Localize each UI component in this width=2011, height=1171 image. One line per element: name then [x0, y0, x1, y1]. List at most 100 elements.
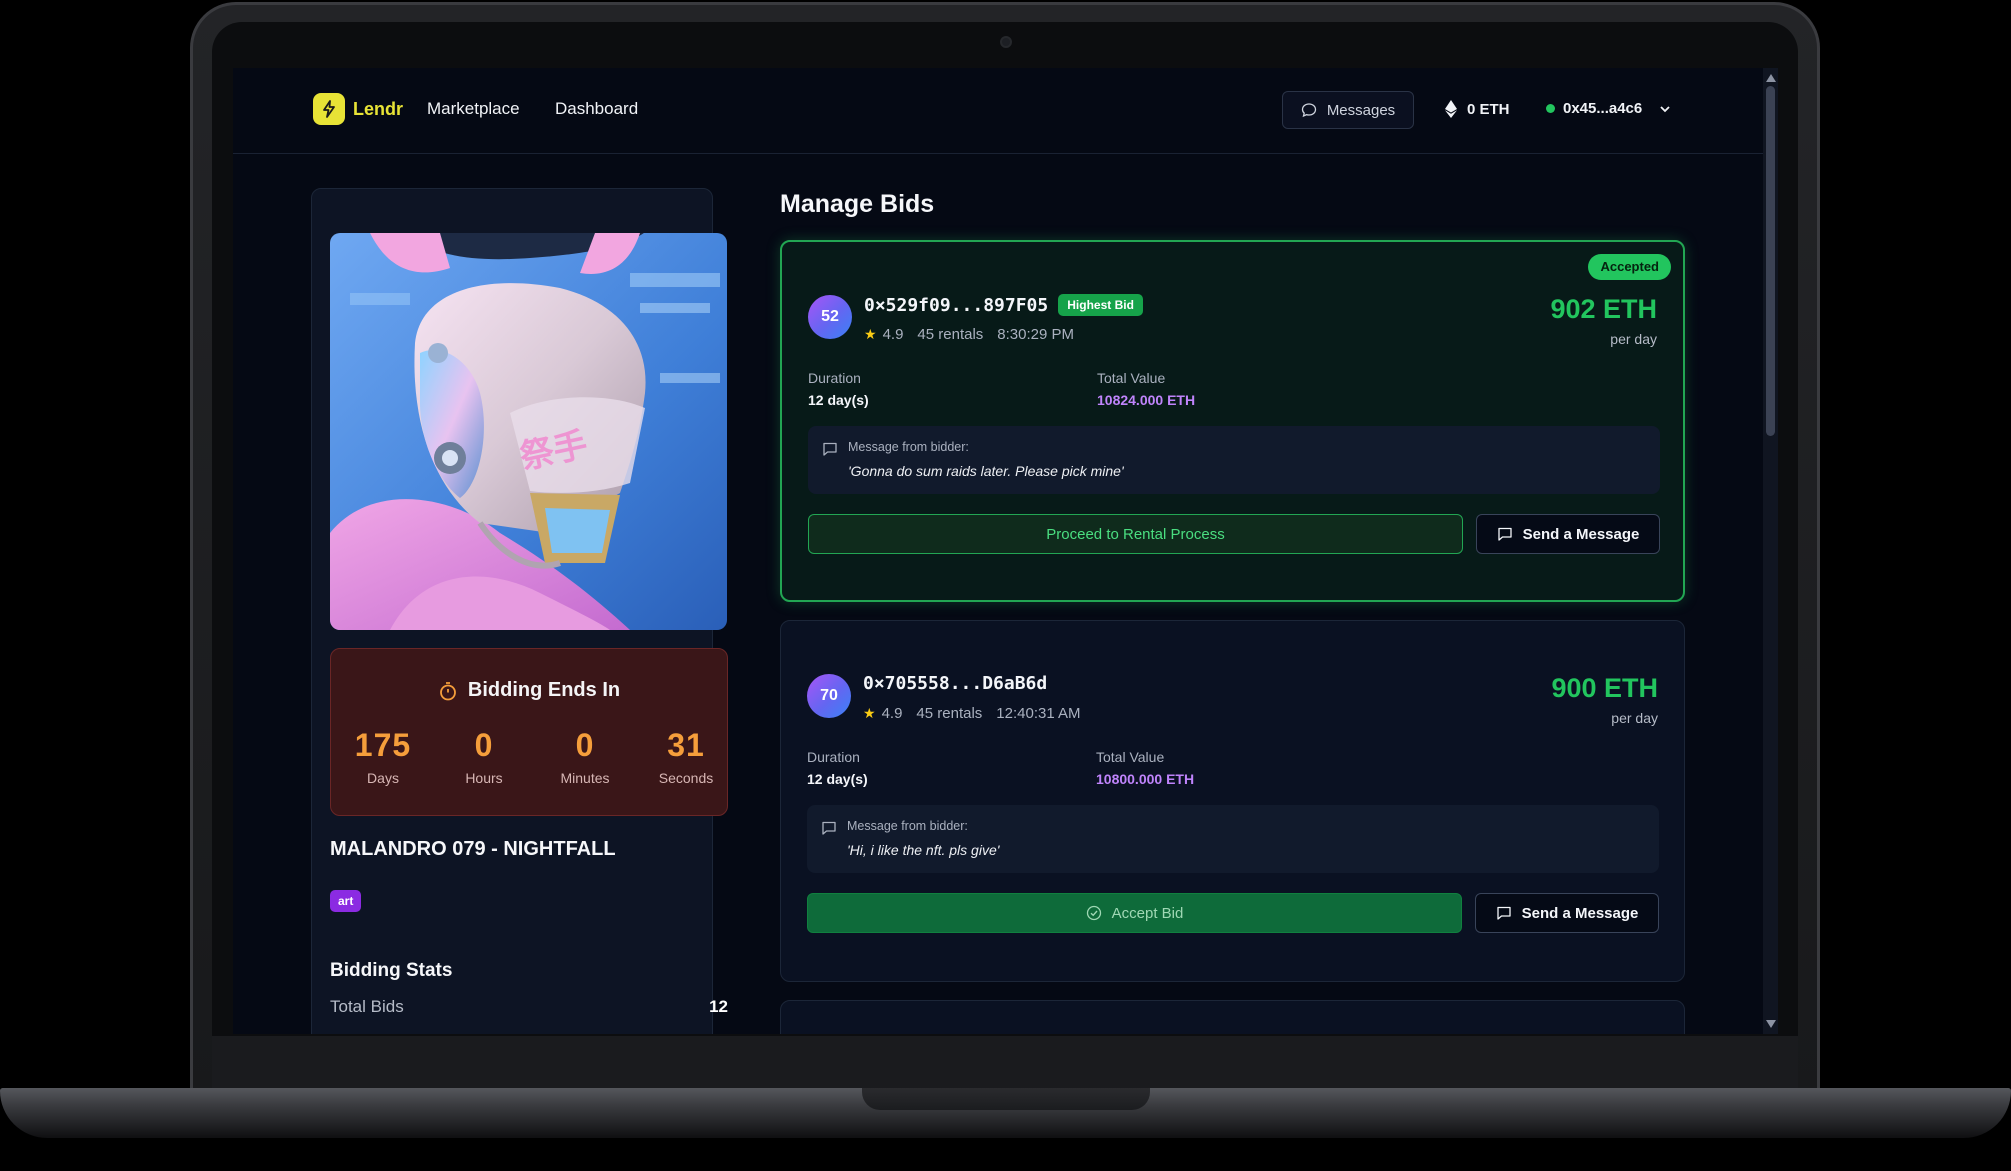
countdown-days-value: 175 [354, 727, 412, 763]
nav-dashboard[interactable]: Dashboard [555, 99, 638, 119]
countdown-seconds-value: 31 [667, 727, 705, 763]
eth-balance-value: 0 ETH [1467, 100, 1510, 118]
total-value-value: 10824.000 ETH [1097, 392, 1196, 408]
bid-price-value: 900 ETH [1551, 673, 1658, 703]
bidder-rentals: 45 rentals [917, 326, 984, 343]
highest-bid-badge: Highest Bid [1058, 294, 1143, 316]
send-message-label: Send a Message [1522, 525, 1640, 543]
wallet-address: 0x45...a4c6 [1563, 100, 1643, 117]
bid-price-unit: per day [1611, 710, 1658, 726]
category-tag[interactable]: art [330, 890, 362, 912]
bid-price-value: 902 ETH [1550, 294, 1657, 324]
total-value-value: 10800.000 ETH [1096, 771, 1195, 787]
chat-bubble-icon [1301, 103, 1316, 118]
top-navbar: Lendr Marketplace Dashboard Messages 0 E… [233, 68, 1763, 154]
accept-bid-label: Accept Bid [1111, 904, 1184, 922]
proceed-button-label: Proceed to Rental Process [1046, 525, 1225, 543]
bidder-message-box: Message from bidder: 'Gonna do sum raids… [808, 426, 1660, 494]
laptop-notch [862, 1088, 1150, 1110]
bidder-address-row: 0×529f09...897F05 Highest Bid [864, 294, 1143, 316]
send-message-button[interactable]: Send a Message [1476, 514, 1660, 554]
camera-icon [1000, 36, 1012, 48]
proceed-to-rental-button[interactable]: Proceed to Rental Process [808, 514, 1463, 554]
countdown-days-label: Days [367, 770, 399, 786]
lendr-logo-icon[interactable] [313, 93, 345, 125]
star-icon: ★ [864, 326, 877, 342]
duration-value: 12 day(s) [807, 771, 868, 787]
scrollbar-thumb[interactable] [1766, 86, 1775, 436]
bid-card [780, 1000, 1685, 1034]
bid-price: 900 ETH per day [1551, 673, 1658, 726]
star-icon: ★ [863, 705, 876, 721]
countdown-minutes-label: Minutes [560, 770, 610, 786]
bid-card: 70 0×705558...D6aB6d ★ 4.9 45 rentals 12… [780, 620, 1685, 982]
duration-field: Duration 12 day(s) [808, 370, 869, 408]
bidder-message-box: Message from bidder: 'Hi, i like the nft… [807, 805, 1659, 873]
bid-time: 8:30:29 PM [997, 326, 1075, 343]
avatar: 52 [808, 295, 852, 339]
check-circle-icon [1086, 905, 1101, 921]
stopwatch-icon [439, 681, 456, 700]
chevron-down-icon [1660, 105, 1670, 112]
bidder-meta: ★ 4.9 45 rentals 12:40:31 AM [863, 705, 1081, 722]
bidding-stats-heading: Bidding Stats [330, 960, 453, 981]
bidder-address-row: 0×705558...D6aB6d [863, 673, 1047, 694]
send-message-button[interactable]: Send a Message [1475, 893, 1659, 933]
bidding-countdown: Bidding Ends In 175 Days 0 Hours 0 Minut… [330, 648, 728, 816]
message-square-icon [822, 821, 836, 835]
bidder-meta: ★ 4.9 45 rentals 8:30:29 PM [864, 326, 1074, 343]
wallet-dropdown[interactable]: 0x45...a4c6 [1546, 100, 1672, 117]
ethereum-icon [1445, 100, 1457, 118]
message-label: Message from bidder: [847, 819, 968, 833]
countdown-title: Bidding Ends In [331, 679, 727, 702]
accept-bid-button[interactable]: Accept Bid [807, 893, 1462, 933]
scroll-up-arrow-icon[interactable] [1766, 74, 1776, 82]
countdown-minutes: 0 Minutes [537, 727, 633, 786]
stats-row-total-bids: Total Bids 12 [330, 997, 728, 1017]
bid-price: 902 ETH per day [1550, 294, 1657, 347]
countdown-minutes-value: 0 [575, 727, 595, 763]
duration-field: Duration 12 day(s) [807, 749, 868, 787]
message-label: Message from bidder: [848, 440, 969, 454]
message-square-icon [1496, 906, 1511, 920]
total-value-label: Total Value [1096, 749, 1165, 765]
total-value-label: Total Value [1097, 370, 1166, 386]
duration-label: Duration [808, 370, 861, 386]
bid-price-unit: per day [1610, 331, 1657, 347]
countdown-days: 175 Days [335, 727, 431, 786]
send-message-label: Send a Message [1521, 904, 1639, 922]
bid-time: 12:40:31 AM [996, 705, 1081, 722]
eth-balance: 0 ETH [1445, 100, 1510, 118]
connected-status-dot [1546, 104, 1555, 113]
countdown-seconds-label: Seconds [658, 770, 714, 786]
stat-label: Total Bids [330, 997, 404, 1016]
countdown-hours: 0 Hours [436, 727, 532, 786]
app-screen: Lendr Marketplace Dashboard Messages 0 E… [233, 68, 1778, 1034]
message-square-icon [823, 442, 837, 456]
message-square-icon [1497, 527, 1512, 541]
countdown-title-label: Bidding Ends In [467, 679, 621, 701]
scroll-down-arrow-icon[interactable] [1766, 1020, 1776, 1028]
messages-button[interactable]: Messages [1282, 91, 1414, 129]
brand-name[interactable]: Lendr [353, 99, 403, 120]
bidder-rentals: 45 rentals [916, 705, 983, 722]
countdown-hours-label: Hours [465, 770, 503, 786]
bidder-address[interactable]: 0×705558...D6aB6d [863, 673, 1047, 694]
bidder-rating: 4.9 [881, 705, 903, 722]
avatar: 70 [807, 674, 851, 718]
bid-card: Accepted 52 0×529f09...897F05 Highest Bi… [780, 240, 1685, 602]
countdown-hours-value: 0 [474, 727, 494, 763]
bidder-address[interactable]: 0×529f09...897F05 [864, 295, 1048, 316]
nav-marketplace[interactable]: Marketplace [427, 99, 520, 119]
nft-title: MALANDRO 079 - NIGHTFALL [330, 838, 616, 860]
messages-label: Messages [1326, 101, 1396, 119]
duration-value: 12 day(s) [808, 392, 869, 408]
status-badge: Accepted [1588, 254, 1671, 280]
message-text: 'Hi, i like the nft. pls give' [847, 842, 1000, 858]
total-value-field: Total Value 10824.000 ETH [1097, 370, 1195, 408]
stat-value: 12 [709, 997, 728, 1016]
duration-label: Duration [807, 749, 860, 765]
countdown-seconds: 31 Seconds [638, 727, 734, 786]
laptop-chin [212, 1036, 1798, 1090]
page-title: Manage Bids [780, 190, 935, 218]
